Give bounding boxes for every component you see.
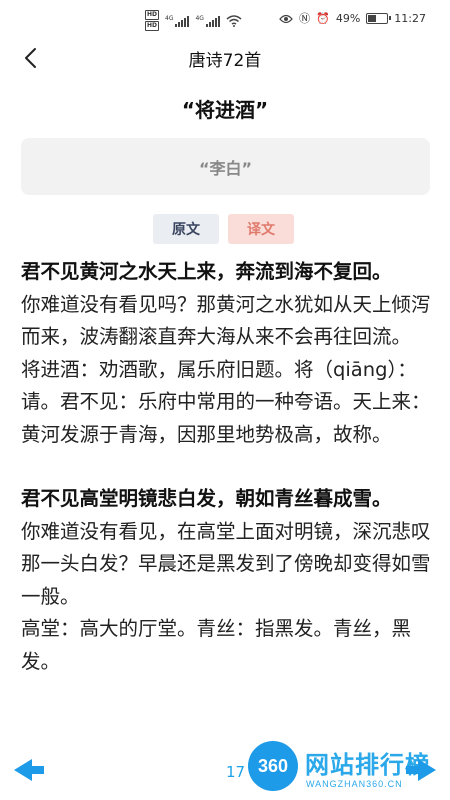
page-number: 17 — [226, 763, 246, 781]
verse-2: 君不见高堂明镜悲白发，朝如青丝暮成雪。 — [21, 487, 392, 510]
notes-1: 将进酒：劝酒歌，属乐府旧题。将（qiāng）：请。君不见：乐府中常用的一种夸语。… — [21, 357, 431, 446]
author-box: “李白” — [21, 138, 430, 195]
poem-title: “将进酒” — [181, 98, 269, 122]
clock: 11:27 — [394, 12, 426, 25]
hd-label-1: HD — [145, 10, 160, 20]
hd-label-2: HD — [145, 21, 160, 31]
signal-icon-1: 4G — [165, 14, 190, 27]
watermark-url: WANGZHAN360.CN — [306, 779, 403, 789]
status-bar: HD HD 4G 4G Ⓝ ⏰ 49% 11:27 — [0, 0, 450, 40]
battery-icon — [366, 13, 392, 24]
tab-bar: 原文 译文 — [153, 214, 294, 244]
translation-1: 你难道没有看见吗？那黄河之水犹如从天上倾泻而来，波涛翻滚直奔大海从来不会再往回流… — [21, 292, 431, 349]
status-left: HD HD 4G 4G — [145, 10, 242, 31]
wifi-icon — [226, 14, 242, 27]
poem-content: 君不见黄河之水天上来，奔流到海不复回。 你难道没有看见吗？那黄河之水犹如从天上倾… — [21, 256, 431, 678]
nav-bar: 唐诗72首 — [0, 38, 450, 78]
eye-icon — [279, 14, 293, 23]
net-label-2: 4G — [195, 14, 204, 22]
tab-translation[interactable]: 译文 — [228, 214, 294, 244]
alarm-icon: ⏰ — [316, 12, 330, 25]
signal-icon-2: 4G — [195, 14, 220, 27]
nfc-icon: Ⓝ — [299, 12, 311, 25]
verse-1: 君不见黄河之水天上来，奔流到海不复回。 — [21, 260, 392, 283]
nav-title: 唐诗72首 — [188, 51, 262, 71]
translation-2: 你难道没有看见，在高堂上面对明镜，深沉悲叹那一头白发？早晨还是黑发到了傍晚却变得… — [21, 519, 431, 608]
screen: HD HD 4G 4G Ⓝ ⏰ 49% 11:27 唐诗72首 “将进酒” “李… — [0, 0, 450, 800]
next-page-icon[interactable] — [404, 757, 438, 783]
hd-indicator: HD HD — [145, 10, 160, 31]
tab-original[interactable]: 原文 — [153, 214, 219, 244]
notes-2: 高堂：高大的厅堂。青丝：指黑发。青丝，黑发。 — [21, 617, 412, 673]
prev-page-icon[interactable] — [12, 757, 46, 783]
author-name: “李白” — [198, 158, 253, 178]
net-label-1: 4G — [165, 14, 174, 22]
battery-percent: 49% — [335, 12, 361, 25]
watermark-logo: 360 — [248, 741, 298, 791]
watermark-overlay: 17 360 网站排行榜 WANGZHAN360.CN — [0, 735, 450, 800]
status-right: Ⓝ ⏰ 49% 11:27 — [279, 12, 426, 25]
